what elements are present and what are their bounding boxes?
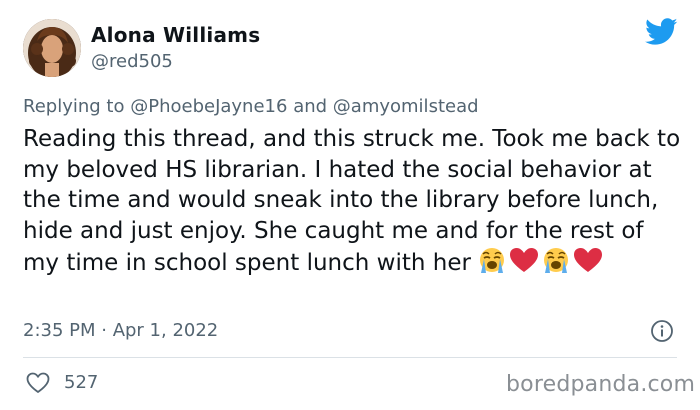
mention-link[interactable]: @amyomilstead	[333, 96, 479, 117]
watermark: boredpanda.com	[506, 372, 696, 397]
avatar[interactable]	[23, 19, 81, 77]
heart-outline-icon[interactable]	[26, 372, 50, 394]
tweet-card: Alona Williams @red505 Replying to @Phoe…	[0, 0, 700, 410]
tweet-text: Reading this thread, and this struck me.…	[23, 124, 683, 279]
info-icon[interactable]	[650, 319, 674, 343]
user-handle[interactable]: @red505	[91, 51, 173, 72]
twitter-bird-icon[interactable]	[645, 17, 678, 47]
divider	[23, 357, 677, 358]
red-heart-icon	[509, 246, 539, 274]
loudly-crying-face-icon	[477, 246, 507, 274]
replying-to: Replying to @PhoebeJayne16 and @amyomils…	[23, 96, 479, 117]
emoji-group	[477, 246, 603, 274]
reply-prefix: Replying to	[23, 96, 125, 117]
display-name[interactable]: Alona Williams	[91, 23, 260, 47]
reply-conjunction: and	[293, 96, 328, 117]
tweet-timestamp[interactable]: 2:35 PM · Apr 1, 2022	[23, 320, 218, 341]
loudly-crying-face-icon	[541, 246, 571, 274]
red-heart-icon	[573, 246, 603, 274]
like-count[interactable]: 527	[64, 372, 98, 393]
mention-link[interactable]: @PhoebeJayne16	[130, 96, 287, 117]
